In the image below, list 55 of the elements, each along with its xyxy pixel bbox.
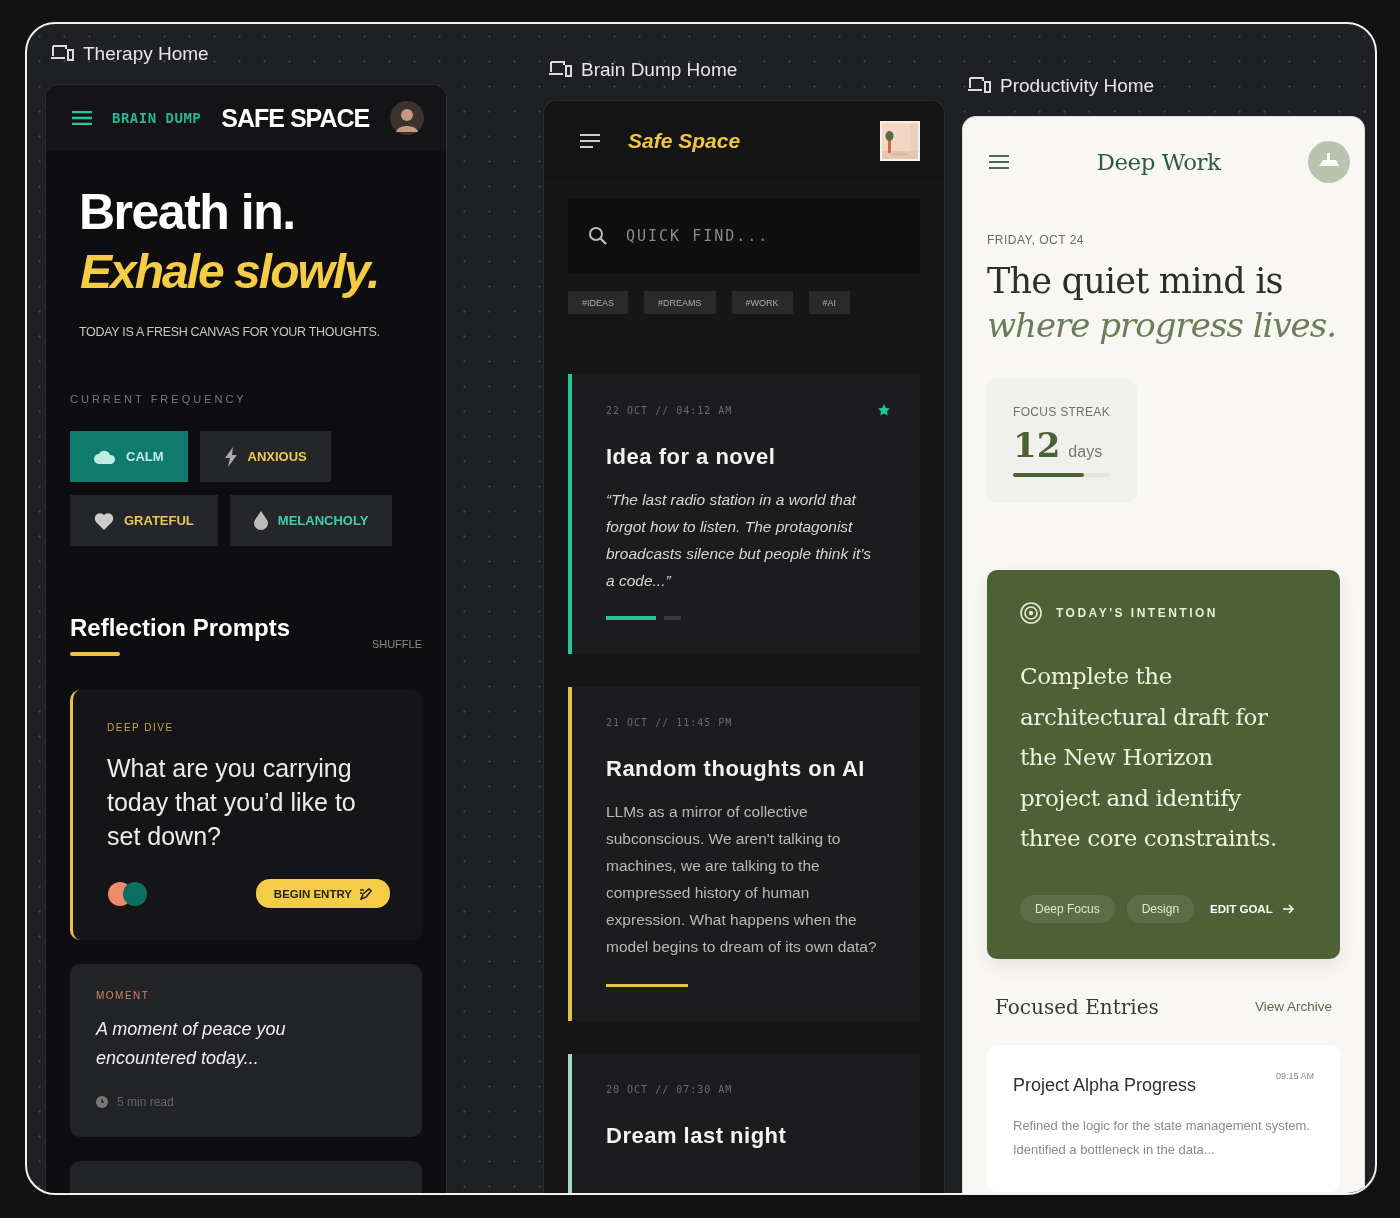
tag-chip: Deep Focus xyxy=(1020,894,1115,923)
tag-chip[interactable]: #DREAMS xyxy=(644,291,716,314)
mood-chip[interactable]: MELANCHOLY xyxy=(229,495,393,546)
entry-date: 20 OCT // 07:30 AM xyxy=(606,1084,733,1095)
entry-title: Random thoughts on AI xyxy=(606,756,866,782)
entry-title: Idea for a novel xyxy=(606,444,777,470)
streak-label: FOCUS STREAK xyxy=(1013,405,1111,419)
intention-label: TODAY'S INTENTION xyxy=(1056,606,1219,620)
entry-card[interactable]: Project Alpha Progress 09:15 AM Refined the logic for the state management system. Identified a bottleneck in the data... xyxy=(987,1044,1340,1192)
shuffle-button[interactable]: SHUFFLE xyxy=(371,638,422,650)
streak-count: 12 xyxy=(1013,425,1061,465)
begin-entry-button[interactable]: BEGIN ENTRY xyxy=(255,879,390,908)
screen-label: Productivity Home xyxy=(1000,75,1155,97)
tag-chip[interactable]: #IDEAS xyxy=(568,291,628,314)
entry-card[interactable]: 22 OCT // 04:12 AM Idea for a novel “The last radio station in a world that forgot how to listen. The protagonist broadcasts silence but people think it’s a code...” xyxy=(568,374,920,654)
edit-goal-button[interactable]: EDIT GOAL xyxy=(1206,902,1295,915)
headline: The quiet mind is xyxy=(987,261,1284,301)
app-title: SAFE SPACE xyxy=(221,103,371,133)
tag-chip[interactable]: #WORK xyxy=(731,291,793,314)
date-label: FRIDAY, OCT 24 xyxy=(987,233,1086,247)
entry-title: Dream last night xyxy=(606,1123,788,1149)
mood-chip[interactable]: CALM xyxy=(70,431,188,482)
hero-heading: Breath in. xyxy=(79,183,296,241)
entry-card[interactable]: 20 OCT // 07:30 AM Dream last night xyxy=(568,1054,920,1193)
section-label: CURRENT FREQUENCY xyxy=(70,393,248,405)
intention-text: Complete the architectural draft for the New Horizon project and identify three core constraints. xyxy=(1020,662,1278,853)
entry-text: LLMs as a mirror of collective subconscious. We aren't talking to machines, we are talking to the compressed history of human expression. What happens when the model begins to dream of its own data? xyxy=(606,802,878,957)
prompt-tag: MOMENT xyxy=(96,990,332,1001)
hero-caption: TODAY IS A FRESH CANVAS FOR YOUR THOUGHTS. xyxy=(79,325,381,339)
entry-text: “The last radio station in a world that forgot how to listen. The protagonist broadcasts silence but people think it’s a code...” xyxy=(606,490,873,591)
brand-link[interactable]: BRAIN DUMP xyxy=(112,110,202,126)
screen-label: Therapy Home xyxy=(83,43,209,65)
tag-chip[interactable]: #AI xyxy=(808,291,851,314)
section-heading: Reflection Prompts xyxy=(70,614,291,642)
tag-chip: Design xyxy=(1126,894,1195,923)
entry-title: Project Alpha Progress xyxy=(1013,1074,1197,1096)
view-archive-link[interactable]: View Archive xyxy=(1254,999,1332,1014)
entry-date: 22 OCT // 04:12 AM xyxy=(606,404,733,416)
app-title: Deep Work xyxy=(1095,149,1222,175)
prompt-text: A moment of peace you encountered today... xyxy=(96,1018,287,1070)
streak-unit: days xyxy=(1068,443,1103,461)
screen-label: Brain Dump Home xyxy=(581,59,738,81)
section-heading: Focused Entries xyxy=(995,994,1159,1019)
mood-chip[interactable]: GRATEFUL xyxy=(70,495,218,546)
read-time: 5 min read xyxy=(117,1095,174,1109)
search-field[interactable]: QUICK FIND... xyxy=(624,226,900,246)
prompt-text: What are you carrying today that you’d like to set down? xyxy=(107,753,357,852)
hero-subheading: Exhale slowly. xyxy=(80,244,380,300)
entry-text: Refined the logic for the state management system. Identified a bottleneck in the data... xyxy=(1013,1116,1311,1159)
app-title: Safe Space xyxy=(628,129,742,153)
entry-time: 09:15 AM xyxy=(1275,1070,1314,1081)
mood-chip[interactable]: ANXIOUS xyxy=(199,431,331,482)
entry-date: 21 OCT // 11:45 PM xyxy=(606,717,733,728)
prompt-tag: DEEP DIVE xyxy=(107,722,390,733)
headline-italic: where progress lives. xyxy=(987,305,1337,345)
